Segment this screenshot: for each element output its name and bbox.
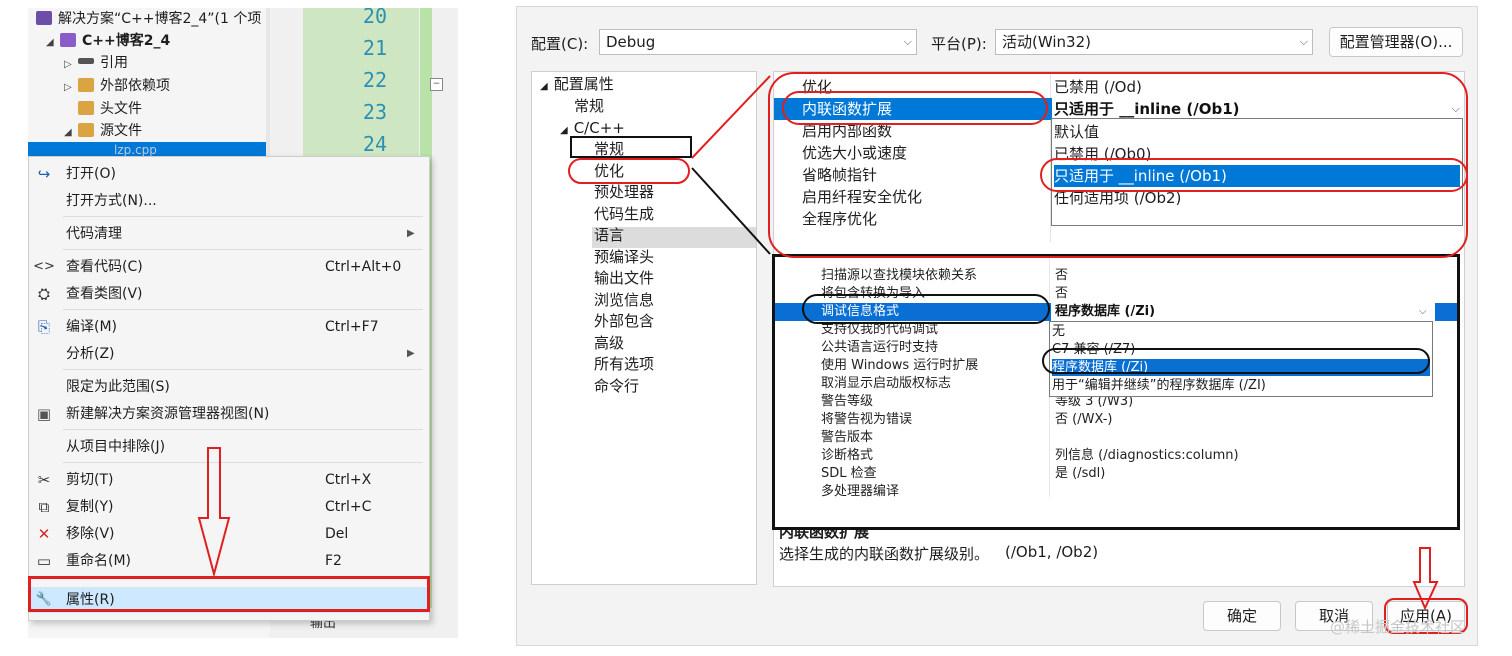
annotation-lines	[691, 75, 771, 255]
watermark: @稀土掘金技术社区	[1330, 618, 1466, 636]
